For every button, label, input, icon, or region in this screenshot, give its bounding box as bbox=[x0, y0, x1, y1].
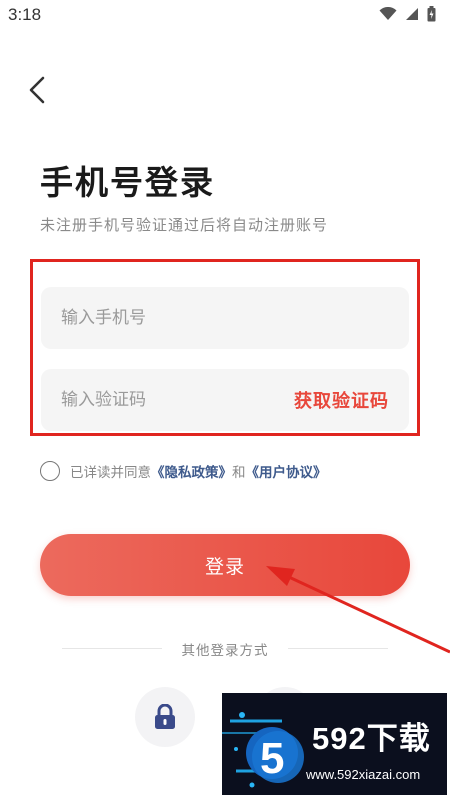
privacy-policy-link[interactable]: 《隐私政策》 bbox=[151, 461, 232, 481]
phone-input-row bbox=[41, 287, 409, 349]
chevron-left-icon bbox=[29, 76, 45, 104]
watermark-url: www.592xiazai.com bbox=[306, 767, 421, 782]
verification-code-input[interactable] bbox=[41, 369, 271, 431]
watermark-logo-glyph: 5 bbox=[260, 734, 284, 783]
page-subtitle: 未注册手机号验证通过后将自动注册账号 bbox=[40, 216, 329, 234]
login-button[interactable]: 登录 bbox=[40, 534, 410, 596]
watermark-logo: 5 592下载 www.592xiazai.com bbox=[222, 693, 447, 795]
wifi-icon bbox=[379, 7, 397, 20]
page-title: 手机号登录 bbox=[40, 163, 215, 202]
status-time: 3:18 bbox=[8, 5, 42, 24]
get-code-button[interactable]: 获取验证码 bbox=[294, 387, 389, 413]
signal-icon bbox=[406, 8, 418, 20]
agreement-row: 已详读并同意 《隐私政策》 和 《用户协议》 bbox=[40, 461, 327, 481]
back-button[interactable] bbox=[22, 74, 52, 106]
other-login-label: 其他登录方式 bbox=[181, 643, 269, 659]
lock-icon bbox=[155, 704, 175, 729]
agreement-prefix: 已详读并同意 bbox=[70, 465, 151, 481]
agreement-radio[interactable] bbox=[40, 461, 60, 481]
status-icons bbox=[379, 6, 436, 22]
phone-input[interactable] bbox=[41, 287, 409, 349]
status-bar: 3:18 bbox=[0, 0, 450, 34]
login-button-label: 登录 bbox=[204, 555, 245, 578]
agreement-and: 和 bbox=[232, 465, 246, 481]
divider-right bbox=[288, 648, 388, 649]
battery-icon bbox=[427, 6, 436, 22]
watermark-brand: 592下载 bbox=[312, 721, 431, 756]
lock-login-button[interactable] bbox=[135, 687, 195, 747]
user-agreement-link[interactable]: 《用户协议》 bbox=[246, 461, 327, 481]
code-input-row: 获取验证码 bbox=[41, 369, 409, 431]
